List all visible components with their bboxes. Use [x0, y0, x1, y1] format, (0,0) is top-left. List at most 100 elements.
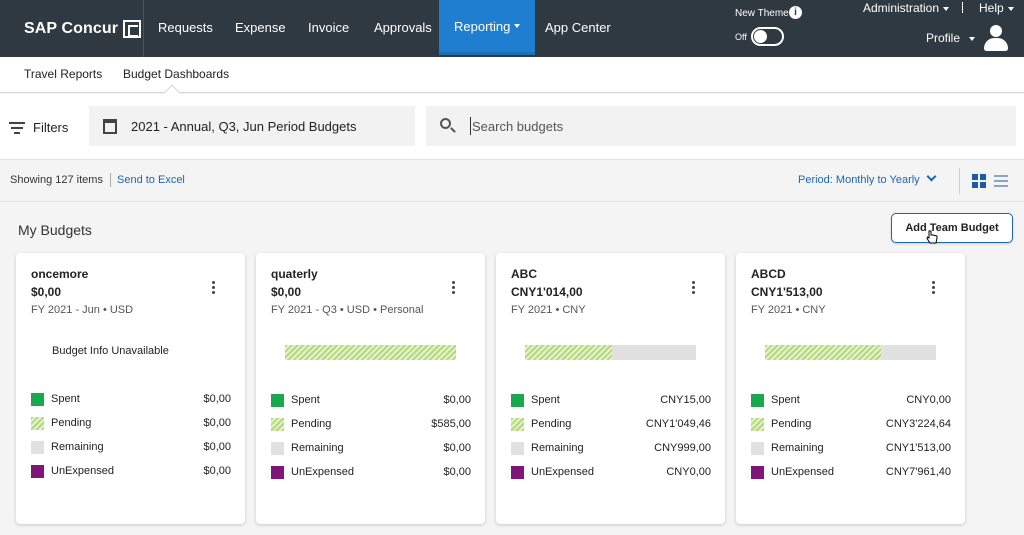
- spent-swatch: [271, 394, 284, 407]
- unexpensed-value: CNY7'961,40: [885, 466, 951, 478]
- period-dropdown[interactable]: Period: Monthly to Yearly: [798, 171, 937, 186]
- legend-spent: Spent CNY0,00: [751, 393, 951, 409]
- legend-pending: Pending $0,00: [31, 416, 231, 432]
- unexpensed-swatch: [31, 465, 44, 478]
- send-to-excel-link[interactable]: Send to Excel: [117, 174, 185, 186]
- concur-logo-icon: [123, 19, 142, 38]
- filters-label: Filters: [33, 120, 69, 135]
- add-team-budget-button[interactable]: Add Team Budget: [891, 213, 1013, 243]
- pending-swatch: [271, 418, 284, 431]
- legend-remaining: Remaining $0,00: [271, 441, 471, 457]
- more-options-icon[interactable]: [452, 281, 456, 295]
- results-toolbar: Showing 127 items Send to Excel Period: …: [0, 160, 1024, 202]
- pending-swatch: [751, 418, 764, 431]
- remaining-value: $0,00: [443, 442, 471, 454]
- nav-expense[interactable]: Expense: [235, 0, 286, 55]
- new-theme-toggle[interactable]: [751, 27, 784, 46]
- legend-remaining: Remaining CNY1'513,00: [751, 441, 951, 457]
- search-icon: [440, 118, 456, 134]
- legend-remaining: Remaining $0,00: [31, 440, 231, 456]
- info-icon[interactable]: i: [789, 6, 802, 19]
- budget-meta: FY 2021 • CNY: [511, 304, 586, 316]
- caret-down-icon: [514, 24, 521, 28]
- administration-menu[interactable]: Administration: [863, 1, 950, 15]
- unexpensed-value: CNY0,00: [666, 466, 711, 478]
- hand-cursor-icon: [926, 230, 938, 244]
- more-options-icon[interactable]: [932, 281, 936, 295]
- budget-card[interactable]: quaterly $0,00 FY 2021 - Q3 • USD • Pers…: [256, 253, 485, 524]
- divider: [110, 173, 111, 187]
- grid-view-icon[interactable]: [972, 174, 986, 188]
- tab-budget-dashboards[interactable]: Budget Dashboards: [123, 67, 229, 81]
- budget-amount: $0,00: [271, 285, 302, 299]
- budget-amount: $0,00: [31, 285, 62, 299]
- caret-down-icon: [969, 36, 976, 41]
- legend-label: Pending: [771, 418, 812, 430]
- budget-card[interactable]: ABC CNY1'014,00 FY 2021 • CNY Spent CNY15…: [496, 253, 725, 524]
- legend-label: Spent: [291, 394, 320, 406]
- pending-value: CNY1'049,46: [645, 418, 711, 430]
- nav-approvals[interactable]: Approvals: [374, 0, 432, 55]
- unexpensed-value: $0,00: [203, 465, 231, 477]
- administration-label: Administration: [863, 1, 940, 15]
- legend-unexpensed: UnExpensed CNY7'961,40: [751, 465, 951, 481]
- nav-reporting[interactable]: Reporting: [439, 0, 536, 55]
- more-options-icon[interactable]: [212, 281, 216, 295]
- calendar-icon: [103, 118, 117, 134]
- user-avatar-icon[interactable]: [984, 25, 1008, 51]
- spent-value: $0,00: [203, 393, 231, 405]
- unexpensed-swatch: [271, 466, 284, 479]
- legend-label: Remaining: [771, 442, 824, 454]
- sap-concur-logo[interactable]: SAP Concur: [0, 0, 144, 57]
- profile-menu[interactable]: Profile: [926, 31, 976, 45]
- budget-name: ABCD: [751, 267, 786, 281]
- pending-swatch: [31, 417, 44, 430]
- unexpensed-value: $0,00: [443, 466, 471, 478]
- chevron-down-icon: [926, 171, 937, 182]
- list-view-icon[interactable]: [994, 175, 1008, 187]
- legend-spent: Spent $0,00: [271, 393, 471, 409]
- budget-name: quaterly: [271, 267, 318, 281]
- pending-value: $0,00: [203, 417, 231, 429]
- budget-card[interactable]: oncemore $0,00 FY 2021 - Jun • USD Budge…: [16, 253, 245, 524]
- budget-progress-bar: [285, 345, 456, 360]
- top-navigation: SAP Concur Requests Expense Invoice Appr…: [0, 0, 1024, 57]
- item-count: Showing 127 items: [10, 174, 103, 186]
- new-theme-label: New Theme: [735, 8, 789, 19]
- pending-fill: [525, 345, 613, 360]
- help-menu[interactable]: Help: [979, 1, 1014, 15]
- filters-button[interactable]: Filters: [9, 120, 68, 135]
- budget-name: ABC: [511, 267, 537, 281]
- pending-fill: [765, 345, 882, 360]
- nav-app-center[interactable]: App Center: [545, 0, 611, 55]
- budget-amount: CNY1'513,00: [751, 285, 823, 299]
- caret-down-icon: [943, 6, 950, 11]
- legend-label: Pending: [531, 418, 572, 430]
- spent-swatch: [31, 393, 44, 406]
- remaining-value: CNY999,00: [654, 442, 711, 454]
- nav-invoice[interactable]: Invoice: [308, 0, 349, 55]
- spent-value: CNY15,00: [660, 394, 711, 406]
- legend-unexpensed: UnExpensed CNY0,00: [511, 465, 711, 481]
- legend-label: Pending: [51, 417, 92, 429]
- legend-label: Spent: [51, 393, 80, 405]
- legend-remaining: Remaining CNY999,00: [511, 441, 711, 457]
- pending-value: CNY3'224,64: [885, 418, 951, 430]
- legend-label: Remaining: [291, 442, 344, 454]
- sub-navigation: Travel Reports Budget Dashboards: [0, 57, 1024, 93]
- menu-divider: [962, 2, 963, 13]
- legend-label: UnExpensed: [531, 466, 594, 478]
- more-options-icon[interactable]: [692, 281, 696, 295]
- legend-unexpensed: UnExpensed $0,00: [31, 464, 231, 480]
- remaining-swatch: [271, 442, 284, 455]
- budget-name: oncemore: [31, 267, 89, 281]
- legend-unexpensed: UnExpensed $0,00: [271, 465, 471, 481]
- search-input[interactable]: [470, 117, 1010, 135]
- nav-reporting-label: Reporting: [454, 18, 511, 34]
- tab-travel-reports[interactable]: Travel Reports: [24, 67, 102, 81]
- period-selector[interactable]: 2021 - Annual, Q3, Jun Period Budgets: [89, 106, 415, 146]
- nav-requests[interactable]: Requests: [158, 0, 213, 55]
- budget-card[interactable]: ABCD CNY1'513,00 FY 2021 • CNY Spent CNY0…: [736, 253, 965, 524]
- spent-swatch: [751, 394, 764, 407]
- remaining-swatch: [31, 441, 44, 454]
